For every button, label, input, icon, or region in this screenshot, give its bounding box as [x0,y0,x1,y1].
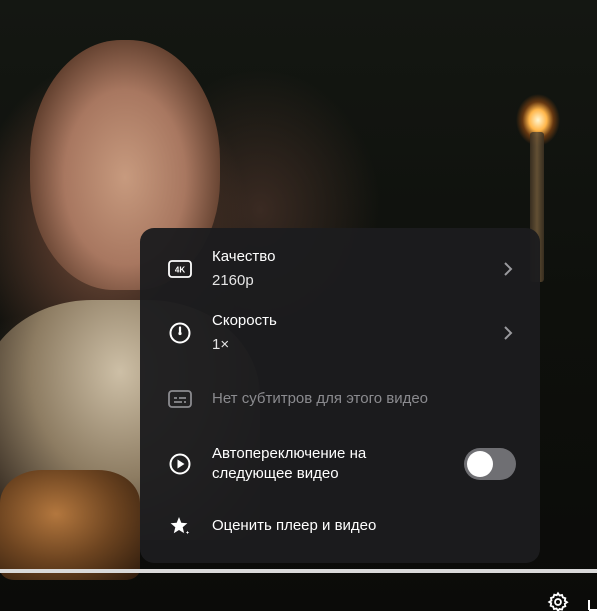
menu-item-rate[interactable]: Оценить плеер и видео [140,495,540,557]
fullscreen-icon [588,600,597,611]
4k-icon: 4K [166,255,194,283]
speed-value: 1× [212,336,230,353]
speed-label: Скорость [212,312,277,329]
play-circle-icon [166,450,194,478]
video-copper-jug [0,470,140,580]
svg-text:4K: 4K [175,266,185,275]
menu-item-subtitles: Нет субтитров для этого видео [140,365,540,433]
speed-gauge-icon [166,319,194,347]
fullscreen-button[interactable] [588,592,597,611]
progress-bar-fill [0,569,597,573]
rate-label: Оценить плеер и видео [212,517,377,534]
menu-item-speed[interactable]: Скорость 1× [140,301,540,365]
subtitles-icon [166,385,194,413]
autoplay-label-line1: Автопереключение на [212,445,367,462]
progress-bar[interactable] [0,569,597,573]
chevron-right-icon [500,325,516,341]
menu-item-autoplay[interactable]: Автопереключение на следующее видео [140,433,540,495]
settings-button[interactable] [546,590,570,611]
star-sparkle-icon [166,512,194,540]
chevron-right-icon [500,261,516,277]
quality-value: 2160p [212,272,254,289]
toggle-knob [467,451,493,477]
autoplay-label-line2: следующее видео [212,465,339,482]
gear-icon [547,591,569,611]
settings-menu: 4K Качество 2160p Скорость 1× Нет субтит… [140,228,540,563]
menu-item-quality[interactable]: 4K Качество 2160p [140,237,540,301]
autoplay-toggle[interactable] [464,448,516,480]
quality-label: Качество [212,248,276,265]
subtitles-label: Нет субтитров для этого видео [212,390,429,407]
